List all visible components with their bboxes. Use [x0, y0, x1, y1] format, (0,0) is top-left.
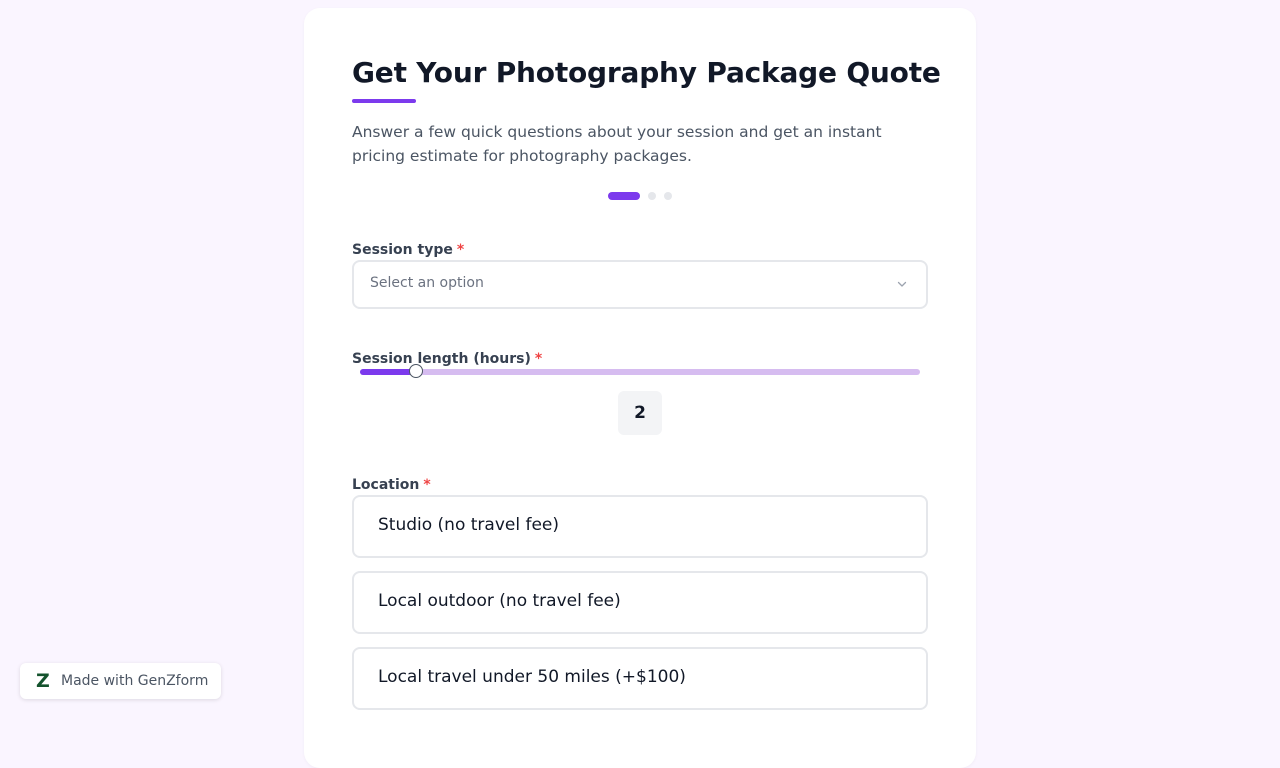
badge-text: Made with GenZform: [61, 673, 209, 689]
location-option-label: Studio (no travel fee): [378, 515, 560, 535]
required-marker: *: [534, 351, 543, 367]
progress-dot: [648, 192, 656, 200]
session-type-select[interactable]: Select an option: [352, 260, 928, 309]
progress-dot-active: [608, 192, 640, 200]
session-length-slider-fill: [360, 369, 416, 375]
title-underline: [352, 99, 416, 103]
genzform-logo-icon: Z: [36, 670, 50, 692]
location-option-local-outdoor[interactable]: Local outdoor (no travel fee): [352, 571, 928, 634]
required-marker: *: [423, 477, 431, 493]
session-length-slider-thumb[interactable]: [409, 364, 423, 378]
step-progress-indicator: [608, 192, 672, 200]
session-length-slider-track[interactable]: [360, 369, 920, 375]
location-option-local-travel[interactable]: Local travel under 50 miles (+$100): [352, 647, 928, 710]
progress-dot: [664, 192, 672, 200]
quote-form-card: Get Your Photography Package Quote Answe…: [304, 8, 976, 768]
location-option-label: Local outdoor (no travel fee): [378, 591, 621, 611]
page-subtitle: Answer a few quick questions about your …: [352, 123, 882, 165]
location-option-studio[interactable]: Studio (no travel fee): [352, 495, 928, 558]
required-marker: *: [456, 242, 465, 258]
session-length-label: Session length (hours) *: [352, 351, 542, 367]
session-type-placeholder: Select an option: [370, 275, 484, 291]
page-title: Get Your Photography Package Quote: [352, 56, 941, 89]
session-type-label-text: Session type: [352, 242, 453, 258]
session-type-label: Session type *: [352, 242, 464, 258]
chevron-down-icon: [897, 281, 907, 287]
location-option-label: Local travel under 50 miles (+$100): [378, 667, 686, 687]
session-length-value: 2: [618, 391, 662, 435]
made-with-genzform-badge[interactable]: Z Made with GenZform: [20, 663, 221, 699]
location-label-text: Location: [352, 477, 420, 493]
location-label: Location *: [352, 477, 431, 493]
session-length-label-text: Session length (hours): [352, 351, 531, 367]
